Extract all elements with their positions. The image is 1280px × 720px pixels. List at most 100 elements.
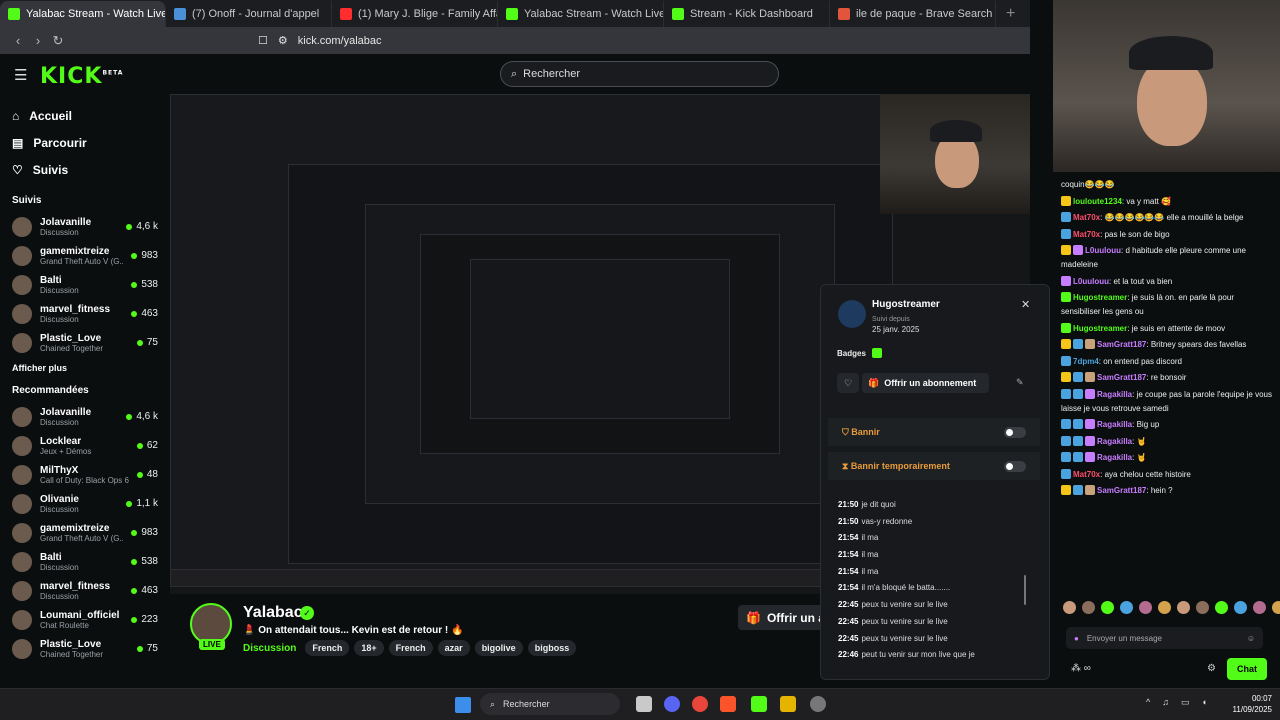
bookmark-icon[interactable]: ☐ [258,34,268,47]
channel-item[interactable]: Olivanie Discussion 1,1 k [12,489,158,518]
channel-item[interactable]: Locklear Jeux + Démos 62 [12,431,158,460]
emote-icon[interactable] [1177,601,1190,614]
history-scrollbar[interactable] [1024,575,1026,605]
chat-message[interactable]: Hugostreamer: je suis en attente de moov [1061,322,1273,336]
kick-logo[interactable]: KICKBETA [40,64,123,89]
channel-item[interactable]: marvel_fitness Discussion 463 [12,299,158,328]
stream-tag[interactable]: bigboss [527,640,577,656]
browser-tab[interactable]: (1) Mary J. Blige - Family Affair (Offic [332,1,498,27]
emote-icon[interactable] [1101,601,1114,614]
kick-app-icon[interactable] [751,696,767,712]
chrome-icon[interactable] [692,696,708,712]
chat-message[interactable]: Mat70x: 😂😂😂😂😂😂 elle a mouillé la belge [1061,211,1273,225]
follow-heart-button[interactable]: ♡ [837,373,859,393]
volume-icon[interactable]: ◖ [1202,697,1207,708]
chat-tools-icon[interactable]: ⁂ ∞ [1071,663,1091,674]
chat-username[interactable]: Hugostreamer [1073,293,1127,302]
new-tab-icon[interactable]: + [996,1,1025,27]
browser-tab[interactable]: Yalabac Stream - Watch Live on Kick✕ [0,1,166,27]
chat-username[interactable]: L0uulouu [1073,277,1109,286]
chat-message[interactable]: Ragakilla: Big up [1061,418,1273,432]
close-icon[interactable]: ✕ [1021,298,1030,311]
stream-tag[interactable]: azar [437,640,470,656]
channel-item[interactable]: Jolavanille Discussion 4,6 k [12,212,158,241]
network-icon[interactable]: ▭ [1181,697,1190,708]
ban-toggle[interactable] [1004,426,1026,438]
back-icon[interactable]: ‹ [8,33,28,48]
chat-username[interactable]: SamGratt187 [1097,340,1146,349]
sidebar-item-accueil[interactable]: ⌂ Accueil [12,102,158,129]
chat-message[interactable]: Mat70x: aya chelou cette histoire [1061,468,1273,482]
chat-message[interactable]: Mat70x: pas le son de bigo [1061,228,1273,242]
chat-message[interactable]: 7dpm4: on entend pas discord [1061,355,1273,369]
taskbar-clock[interactable]: 00:07 11/09/2025 [1226,693,1272,715]
channel-item[interactable]: Plastic_Love Chained Together 75 [12,328,158,357]
chat-settings-icon[interactable]: ⚙ [1207,663,1216,674]
emote-icon[interactable] [1253,601,1266,614]
chat-message[interactable]: SamGratt187: Britney spears des favellas [1061,338,1273,352]
sidebar-item-parcourir[interactable]: ▤ Parcourir [12,129,158,156]
taskbar-search[interactable]: ⌕ Rechercher [480,693,620,715]
chat-input[interactable]: ● Envoyer un message ☺ [1066,627,1263,649]
chat-username[interactable]: Mat70x [1073,230,1100,239]
obs-icon[interactable] [810,696,826,712]
channel-item[interactable]: Loumani_officiel Chat Roulette 223 [12,605,158,634]
chat-username[interactable]: louloute1234 [1073,197,1122,206]
site-info-icon[interactable]: ⚙ [278,34,288,47]
channel-item[interactable]: MilThyX Call of Duty: Black Ops 6 48 [12,460,158,489]
channel-item[interactable]: gamemixtreize Grand Theft Auto V (G... 983 [12,241,158,270]
chat-message[interactable]: Ragakilla: 🤘 [1061,451,1273,465]
chat-username[interactable]: SamGratt187 [1097,486,1146,495]
emoji-icon[interactable]: ☺ [1247,634,1255,643]
emote-icon[interactable] [1158,601,1171,614]
channel-item[interactable]: marvel_fitness Discussion 463 [12,576,158,605]
chat-message[interactable]: louloute1234: va y matt 🥰 [1061,195,1273,209]
forward-icon[interactable]: › [28,33,48,48]
chat-username[interactable]: Hugostreamer [1073,324,1127,333]
browser-tab[interactable]: ile de paque - Brave Search [830,1,996,27]
microphone-icon[interactable]: ● [1074,634,1079,643]
chat-message[interactable]: SamGratt187: re bonsoir [1061,371,1273,385]
app-icon[interactable] [780,696,796,712]
emote-icon[interactable] [1082,601,1095,614]
file-explorer-icon[interactable] [636,696,652,712]
chat-username[interactable]: Ragakilla [1097,437,1132,446]
channel-item[interactable]: Plastic_Love Chained Together 75 [12,634,158,663]
windows-start-icon[interactable] [455,697,471,713]
channel-item[interactable]: Jolavanille Discussion 4,6 k [12,402,158,431]
browser-tab[interactable]: (7) Onoff - Journal d'appel [166,1,332,27]
stream-tag[interactable]: 18+ [354,640,384,656]
emote-icon[interactable] [1120,601,1133,614]
chat-username[interactable]: Ragakilla [1097,453,1132,462]
channel-item[interactable]: gamemixtreize Grand Theft Auto V (G... 983 [12,518,158,547]
discord-icon[interactable] [664,696,680,712]
stream-tag[interactable]: French [305,640,350,656]
stream-tag[interactable]: French [388,640,433,656]
url-field[interactable]: kick.com/yalabac [298,35,382,47]
microphone-icon[interactable]: ♫ [1162,697,1169,708]
chat-username[interactable]: Mat70x [1073,213,1100,222]
sidebar-item-suivis[interactable]: ♡ Suivis [12,156,158,183]
stream-tag[interactable]: bigolive [474,640,523,656]
chat-username[interactable]: Ragakilla [1097,420,1132,429]
gift-sub-button[interactable]: 🎁 Offrir un abonnement [862,373,989,393]
chat-message[interactable]: L0uulouu: et la tout va bien [1061,275,1273,289]
browser-tab[interactable]: Yalabac Stream - Watch Live on Kick [498,1,664,27]
pin-icon[interactable]: ✎ [1016,377,1024,388]
brave-icon[interactable] [720,696,736,712]
channel-item[interactable]: Balti Discussion 538 [12,547,158,576]
channel-item[interactable]: Balti Discussion 538 [12,270,158,299]
chat-username[interactable]: Ragakilla [1097,390,1132,399]
chat-message[interactable]: Ragakilla: 🤘 [1061,435,1273,449]
stream-category[interactable]: Discussion [243,643,296,654]
reload-icon[interactable]: ↻ [48,33,68,49]
chevron-up-icon[interactable]: ^ [1146,697,1150,708]
chat-username[interactable]: L0uulouu [1085,246,1121,255]
show-more-link[interactable]: Afficher plus [12,363,158,373]
emote-icon[interactable] [1215,601,1228,614]
chat-send-button[interactable]: Chat [1227,658,1267,680]
streamer-name[interactable]: Yalabac [243,604,303,622]
chat-message[interactable]: Hugostreamer: je suis là on. en parle là… [1061,291,1273,319]
browser-tab[interactable]: Stream - Kick Dashboard [664,1,830,27]
chat-message[interactable]: SamGratt187: hein ? [1061,484,1273,498]
